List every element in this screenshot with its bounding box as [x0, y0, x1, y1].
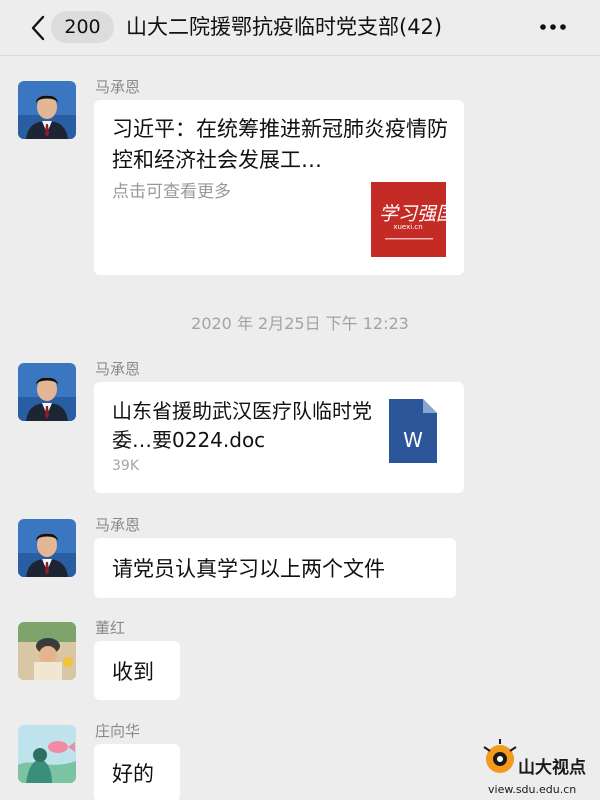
- watermark-logo: 山大视点 view.sdu.edu.cn: [480, 735, 598, 797]
- avatar[interactable]: [18, 725, 76, 783]
- file-name: 山东省援助武汉医疗队临时党委…要0224.doc: [112, 399, 372, 452]
- link-description: 点击可查看更多: [112, 182, 231, 202]
- word-icon-letter: W: [403, 428, 423, 452]
- unread-count-badge[interactable]: 200: [51, 11, 114, 43]
- sender-name: 董红: [95, 619, 126, 637]
- thumb-small-text: xuexi.cn: [393, 223, 422, 231]
- chat-header: 200 山大二院援鄂抗疫临时党支部(42): [0, 0, 600, 56]
- text-bubble[interactable]: 收到: [94, 641, 180, 700]
- file-bubble[interactable]: 山东省援助武汉医疗队临时党委…要0224.doc 39K W: [94, 382, 464, 493]
- message-text: 好的: [112, 762, 154, 786]
- avatar[interactable]: [18, 519, 76, 577]
- watermark-name: 山大视点: [518, 757, 586, 778]
- message-text: 收到: [112, 659, 154, 684]
- chat-title: 山大二院援鄂抗疫临时党支部(42): [126, 15, 443, 39]
- more-icon[interactable]: [536, 14, 570, 40]
- timestamp: 2020 年 2月25日 下午 12:23: [191, 314, 409, 333]
- sender-name: 庄向华: [95, 722, 141, 740]
- text-bubble[interactable]: 请党员认真学习以上两个文件: [94, 538, 456, 598]
- file-size: 39K: [112, 458, 139, 474]
- link-thumbnail: 学习强国 xuexi.cn: [371, 182, 458, 257]
- back-chevron-icon[interactable]: [26, 13, 52, 43]
- sender-name: 马承恩: [95, 78, 141, 96]
- word-file-icon: W: [389, 399, 437, 463]
- link-card-bubble[interactable]: 习近平：在统筹推进新冠肺炎疫情防控和经济社会发展工… 点击可查看更多 学习强国 …: [94, 100, 464, 275]
- avatar[interactable]: [18, 81, 76, 139]
- link-title: 习近平：在统筹推进新冠肺炎疫情防控和经济社会发展工…: [112, 117, 448, 172]
- sender-name: 马承恩: [95, 516, 141, 534]
- avatar[interactable]: [18, 622, 76, 680]
- text-bubble[interactable]: 好的: [94, 744, 180, 800]
- message-text: 请党员认真学习以上两个文件: [112, 557, 385, 581]
- thumb-brand-text: 学习强国: [379, 203, 446, 225]
- sender-name: 马承恩: [95, 360, 141, 378]
- watermark-url: view.sdu.edu.cn: [488, 783, 576, 796]
- avatar[interactable]: [18, 363, 76, 421]
